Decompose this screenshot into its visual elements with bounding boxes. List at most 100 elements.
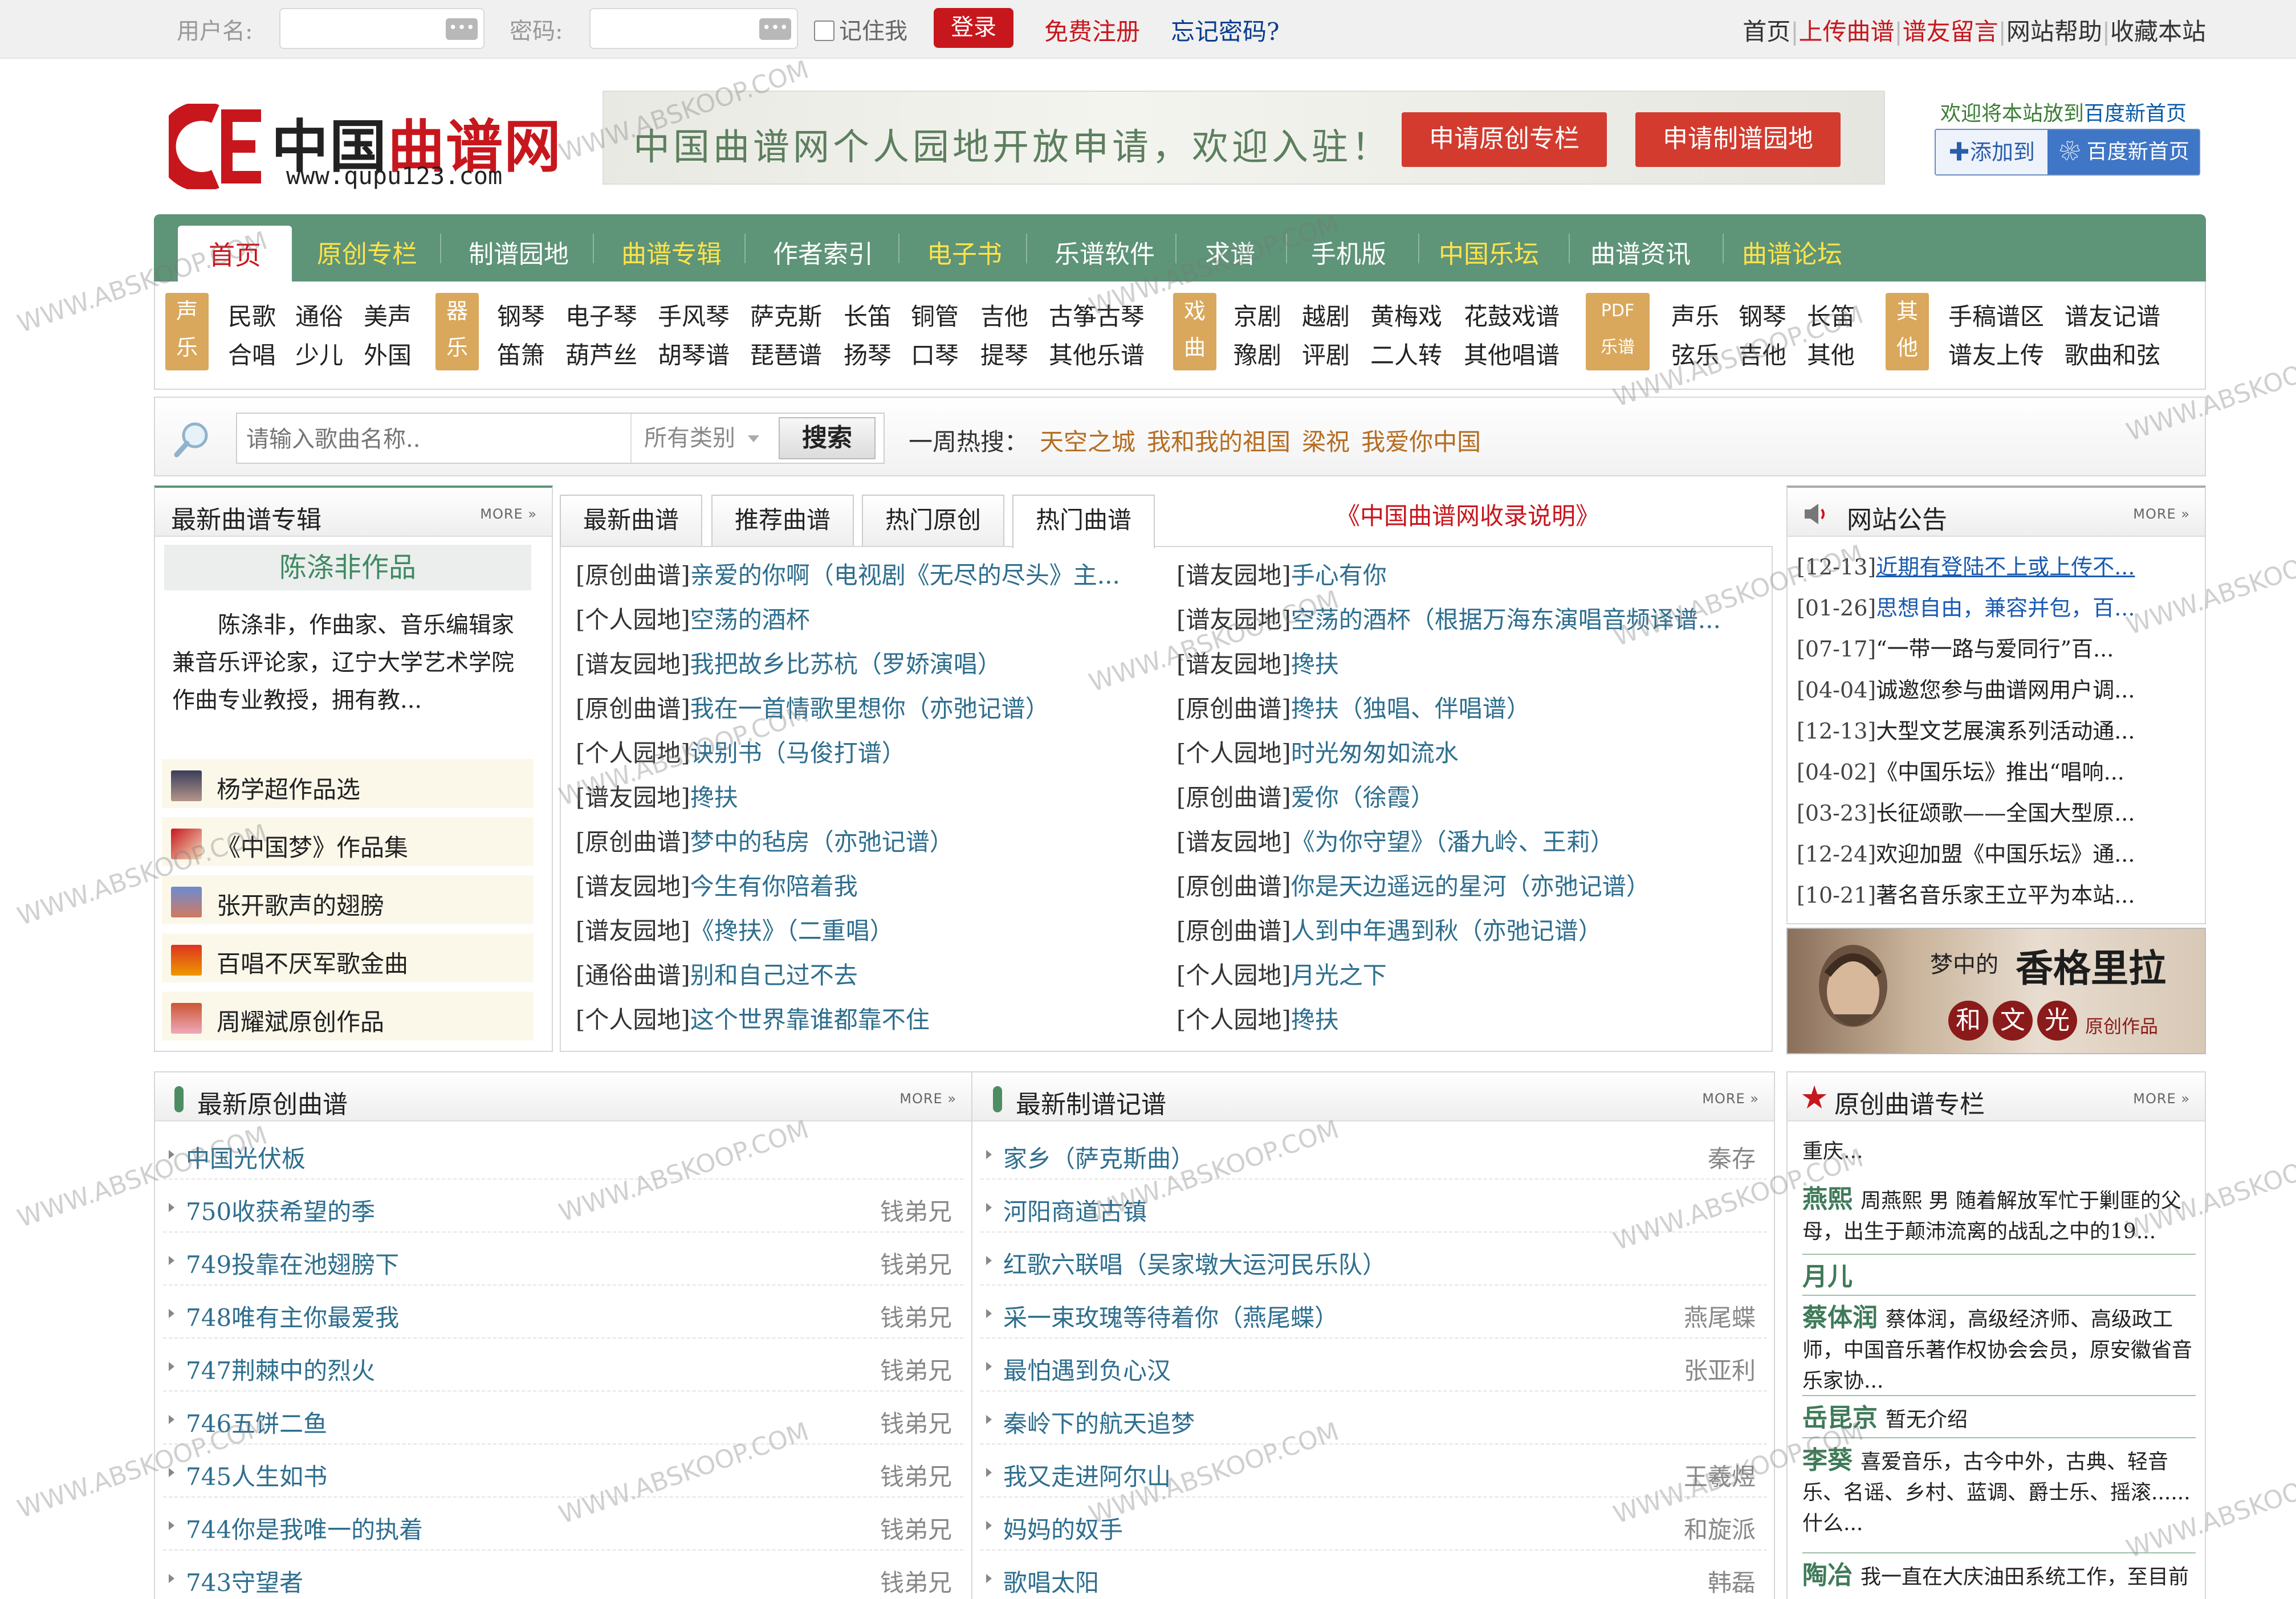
- score-title[interactable]: 搀扶: [1291, 1006, 1339, 1034]
- item-author[interactable]: 钱弟兄: [880, 1458, 952, 1492]
- cat-link[interactable]: 古筝古琴: [1049, 297, 1145, 332]
- item-title[interactable]: 最怕遇到负心汉: [1003, 1352, 1171, 1386]
- cat-link[interactable]: 声乐: [1671, 297, 1719, 332]
- item-title[interactable]: 745人生如书: [186, 1458, 327, 1492]
- album-list-item[interactable]: 周耀斌原创作品: [162, 992, 534, 1044]
- nav-mobile[interactable]: 手机版: [1311, 234, 1386, 270]
- item-author[interactable]: 钱弟兄: [880, 1405, 952, 1439]
- score-category[interactable]: [谱友园地]: [576, 784, 690, 811]
- score-title[interactable]: 时光匆匆如流水: [1291, 739, 1459, 767]
- item-author[interactable]: 秦存: [1708, 1140, 1756, 1174]
- add-to-baidu-button[interactable]: ✚添加到 ❀ 百度新首页: [1935, 129, 2200, 176]
- score-category[interactable]: [个人园地]: [576, 1006, 690, 1034]
- score-category[interactable]: [谱友园地]: [1177, 828, 1291, 856]
- nav-score-news[interactable]: 曲谱资讯: [1590, 234, 1691, 270]
- score-category[interactable]: [通俗曲谱]: [576, 961, 690, 989]
- announcement-title[interactable]: 大型文艺展演系列活动通...: [1876, 719, 2135, 744]
- top-link-help[interactable]: 网站帮助: [2006, 18, 2102, 46]
- column-author[interactable]: 李葵: [1802, 1446, 1853, 1475]
- cat-link[interactable]: 钢琴: [1739, 297, 1786, 332]
- score-row[interactable]: [谱友园地]我把故乡比苏杭（罗娇演唱）: [576, 645, 1002, 680]
- list-item[interactable]: 妈妈的奴手 和旋派: [980, 1498, 1767, 1551]
- announcement-item[interactable]: [07-17]“一带一路与爱同行”百...: [1797, 631, 2114, 663]
- score-title[interactable]: 空荡的酒杯: [690, 606, 810, 634]
- score-row[interactable]: [个人园地]时光匆匆如流水: [1177, 734, 1459, 769]
- cat-link[interactable]: 其他: [1807, 336, 1855, 371]
- item-author[interactable]: 钱弟兄: [880, 1352, 952, 1386]
- list-item[interactable]: 750收获希望的季 钱弟兄: [163, 1180, 963, 1233]
- list-item[interactable]: 我又走进阿尔山 王羲煜: [980, 1445, 1767, 1498]
- album-list-item[interactable]: 张开歌声的翅膀: [162, 875, 534, 928]
- item-title[interactable]: 歌唱太阳: [1003, 1564, 1099, 1598]
- announcement-title[interactable]: 诚邀您参与曲谱网用户调...: [1876, 678, 2135, 703]
- item-title[interactable]: 秦岭下的航天追梦: [1003, 1405, 1195, 1439]
- score-title[interactable]: 亲爱的你啊（电视剧《无尽的尽头》主...: [690, 561, 1120, 589]
- score-category[interactable]: [谱友园地]: [576, 650, 690, 678]
- announcement-more-link[interactable]: MORE »: [2133, 506, 2190, 522]
- score-category[interactable]: [原创曲谱]: [576, 561, 690, 589]
- tab-latest[interactable]: 最新曲谱: [560, 495, 702, 546]
- item-title[interactable]: 743守望者: [186, 1564, 303, 1598]
- album-list-item[interactable]: 百唱不厌军歌金曲: [162, 933, 534, 986]
- announcement-title[interactable]: “一带一路与爱同行”百...: [1876, 637, 2114, 662]
- top-link-guestbook[interactable]: 谱友留言: [1903, 18, 1998, 46]
- score-title[interactable]: 爱你（徐霞）: [1291, 784, 1435, 811]
- score-title[interactable]: 诀别书（马俊打谱）: [690, 739, 906, 767]
- cat-link[interactable]: 越剧: [1302, 297, 1350, 332]
- cat-link[interactable]: 电子琴: [565, 297, 637, 332]
- score-row[interactable]: [谱友园地]搀扶: [576, 778, 738, 813]
- site-logo[interactable]: 中国曲谱网 www.qupu123.com: [169, 97, 561, 194]
- cat-link[interactable]: 吉他: [980, 297, 1028, 332]
- score-category[interactable]: [原创曲谱]: [576, 695, 690, 723]
- cat-link[interactable]: 其他唱谱: [1464, 336, 1560, 371]
- score-row[interactable]: [谱友园地]《搀扶》（二重唱）: [576, 912, 894, 947]
- apply-score-garden-button[interactable]: 申请制谱园地: [1635, 112, 1841, 167]
- score-row[interactable]: [个人园地]搀扶: [1177, 1001, 1339, 1035]
- item-title[interactable]: 我又走进阿尔山: [1003, 1458, 1171, 1492]
- item-title[interactable]: 749投靠在池翅膀下: [186, 1246, 399, 1280]
- list-item[interactable]: 745人生如书 钱弟兄: [163, 1445, 963, 1498]
- score-title[interactable]: 梦中的毡房（亦弛记谱）: [690, 828, 954, 856]
- cat-link[interactable]: 手风琴: [658, 297, 730, 332]
- album-list-item[interactable]: 《中国梦》作品集: [162, 817, 534, 870]
- hot-link[interactable]: 我爱你中国: [1361, 428, 1481, 456]
- cat-link[interactable]: 京剧: [1234, 297, 1281, 332]
- tab-hot-original[interactable]: 热门原创: [862, 495, 1004, 546]
- item-title[interactable]: 744你是我唯一的执着: [186, 1511, 423, 1545]
- score-category[interactable]: [个人园地]: [576, 739, 690, 767]
- score-category[interactable]: [谱友园地]: [1177, 606, 1291, 634]
- score-title[interactable]: 搀扶: [690, 784, 738, 811]
- nav-home[interactable]: 首页: [178, 226, 292, 282]
- score-title[interactable]: 《搀扶》（二重唱）: [690, 917, 894, 945]
- cat-link[interactable]: 歌曲和弦: [2065, 336, 2160, 371]
- announcement-item[interactable]: [04-04]诚邀您参与曲谱网用户调...: [1797, 672, 2135, 704]
- album-list-item[interactable]: 杨学超作品选: [162, 759, 534, 811]
- item-title[interactable]: 采一束玫瑰等待着你（燕尾蝶）: [1003, 1299, 1338, 1333]
- item-title[interactable]: 家乡（萨克斯曲）: [1003, 1140, 1195, 1174]
- nav-forum[interactable]: 曲谱论坛: [1742, 234, 1842, 270]
- cat-link[interactable]: 外国: [364, 336, 412, 371]
- announcement-title[interactable]: 著名音乐家王立平为本站...: [1876, 883, 2135, 908]
- announcement-title[interactable]: 长征颂歌——全国大型原...: [1876, 801, 2135, 826]
- score-category[interactable]: [原创曲谱]: [1177, 695, 1291, 723]
- score-category[interactable]: [谱友园地]: [576, 872, 690, 900]
- column-author[interactable]: 岳昆京: [1802, 1404, 1878, 1433]
- announcement-item[interactable]: [12-24]欢迎加盟《中国乐坛》通...: [1797, 837, 2135, 868]
- cat-link[interactable]: 钢琴: [497, 297, 545, 332]
- category-select[interactable]: 所有类别: [630, 414, 773, 463]
- cat-link[interactable]: 葫芦丝: [565, 336, 637, 371]
- cat-link[interactable]: 长笛: [844, 297, 891, 332]
- score-category[interactable]: [谱友园地]: [576, 917, 690, 945]
- tab-recommended[interactable]: 推荐曲谱: [711, 495, 854, 546]
- cat-link[interactable]: 扬琴: [844, 336, 891, 371]
- score-category[interactable]: [原创曲谱]: [1177, 872, 1291, 900]
- list-item[interactable]: 中国光伏板: [163, 1127, 963, 1180]
- baidu-homepage-link[interactable]: 百度新首页: [2084, 102, 2187, 125]
- list-item[interactable]: 河阳商道古镇: [980, 1180, 1767, 1233]
- score-title[interactable]: 你是天边遥远的星河（亦弛记谱）: [1291, 872, 1650, 900]
- latest-made-more-link[interactable]: MORE »: [1702, 1091, 1759, 1107]
- announcement-item[interactable]: [03-23]长征颂歌——全国大型原...: [1797, 796, 2135, 827]
- column-entry[interactable]: 月儿: [1802, 1262, 2196, 1294]
- list-item[interactable]: 747荆棘中的烈火 钱弟兄: [163, 1339, 963, 1392]
- score-title[interactable]: 手心有你: [1291, 561, 1387, 589]
